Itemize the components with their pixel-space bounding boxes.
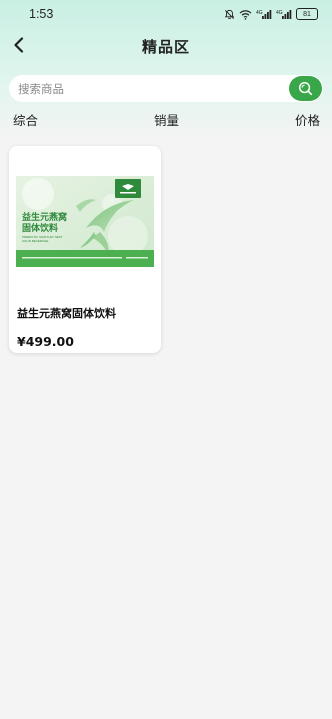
- product-name: 益生元燕窝固体饮料: [17, 307, 116, 320]
- status-bar: 1:53 4G 4G 81: [0, 0, 332, 28]
- signal-icon: 4G: [256, 10, 272, 19]
- status-time: 1:53: [29, 7, 54, 21]
- search-icon: [298, 81, 313, 96]
- page-title: 精品区: [141, 38, 190, 56]
- search-input[interactable]: [18, 81, 278, 96]
- svg-text:4G: 4G: [276, 10, 283, 16]
- sort-bar: 综合 销量 价格: [0, 110, 332, 130]
- status-icons: 4G 4G 81: [224, 8, 318, 20]
- signal-icon: 4G: [276, 10, 292, 19]
- product-price: ¥499.00: [17, 334, 74, 349]
- search-button[interactable]: [289, 76, 322, 101]
- navigation-bar: 精品区: [0, 32, 332, 62]
- package-title-line2: 固体饮料: [22, 222, 58, 234]
- sort-by-price[interactable]: 价格: [295, 110, 320, 129]
- svg-text:4G: 4G: [256, 10, 263, 16]
- search-bar: [9, 75, 323, 102]
- sort-by-sales[interactable]: 销量: [154, 110, 179, 129]
- package-en-line2: SOLID BEVERAGE: [22, 239, 48, 243]
- package-title-line1: 益生元燕窝: [22, 211, 67, 223]
- sort-comprehensive[interactable]: 综合: [13, 110, 38, 129]
- battery-icon: 81: [296, 8, 318, 20]
- wifi-icon: [239, 9, 252, 20]
- product-image: 益生元燕窝 固体饮料 PREBIOTIC SWIFTLET NEST SOLID…: [16, 176, 154, 270]
- product-card[interactable]: 益生元燕窝 固体饮料 PREBIOTIC SWIFTLET NEST SOLID…: [9, 146, 161, 353]
- bell-off-icon: [224, 9, 235, 19]
